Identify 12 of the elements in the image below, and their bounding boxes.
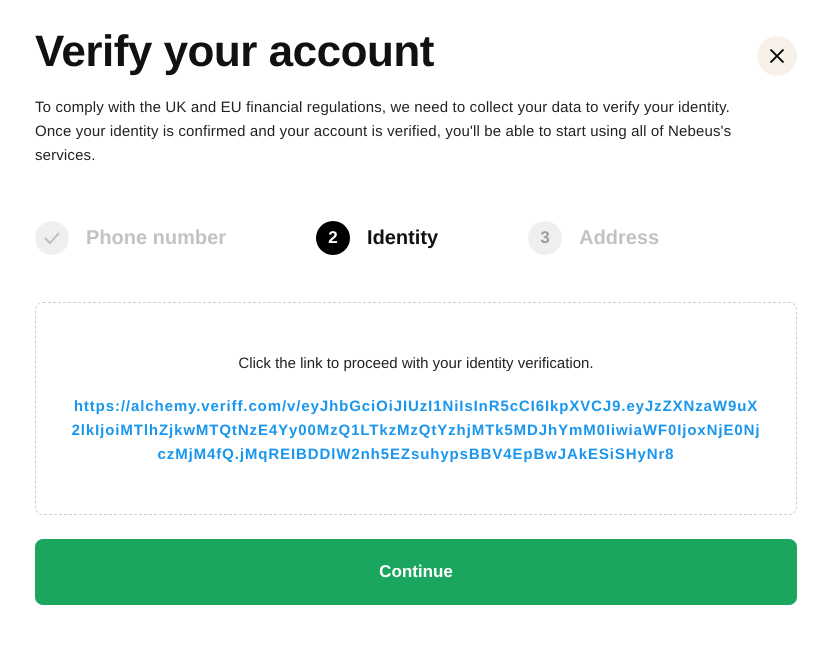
- dialog-title: Verify your account: [35, 26, 434, 78]
- step-label: Address: [579, 226, 660, 250]
- close-icon: [770, 49, 784, 63]
- continue-button[interactable]: Continue: [35, 539, 797, 605]
- description-text: To comply with the UK and EU financial regulations, we need to collect your data to verify your identity. Once your identity is confirmed and your account is verified, you'll be able to start using all of Nebeus's services.: [35, 98, 732, 166]
- instruction-text: Click the link to proceed with your identity verification.: [238, 354, 594, 374]
- close-button[interactable]: [757, 36, 797, 76]
- step-number: 2: [316, 221, 350, 255]
- verification-link[interactable]: https://alchemy.veriff.com/v/eyJhbGciOiJIUzI1NiIsInR5cCI6IkpXVCJ9.eyJzZXNzaW9uX2lkIjoiMTlhZjkwMTQtNzE4Yy00MzQ1LTkzMzQtYzhjMTk5MDJhYmM0IiwiaWF0IjoxNjE0NjczMjM4fQ.jMqREIBDDlW2nh5EZsuhypsBBV4EpBwJAkESiSHyNr8: [70, 395, 762, 467]
- step-number: 3: [528, 221, 562, 255]
- step-label: Identity: [367, 226, 438, 250]
- step-label: Phone number: [86, 226, 226, 250]
